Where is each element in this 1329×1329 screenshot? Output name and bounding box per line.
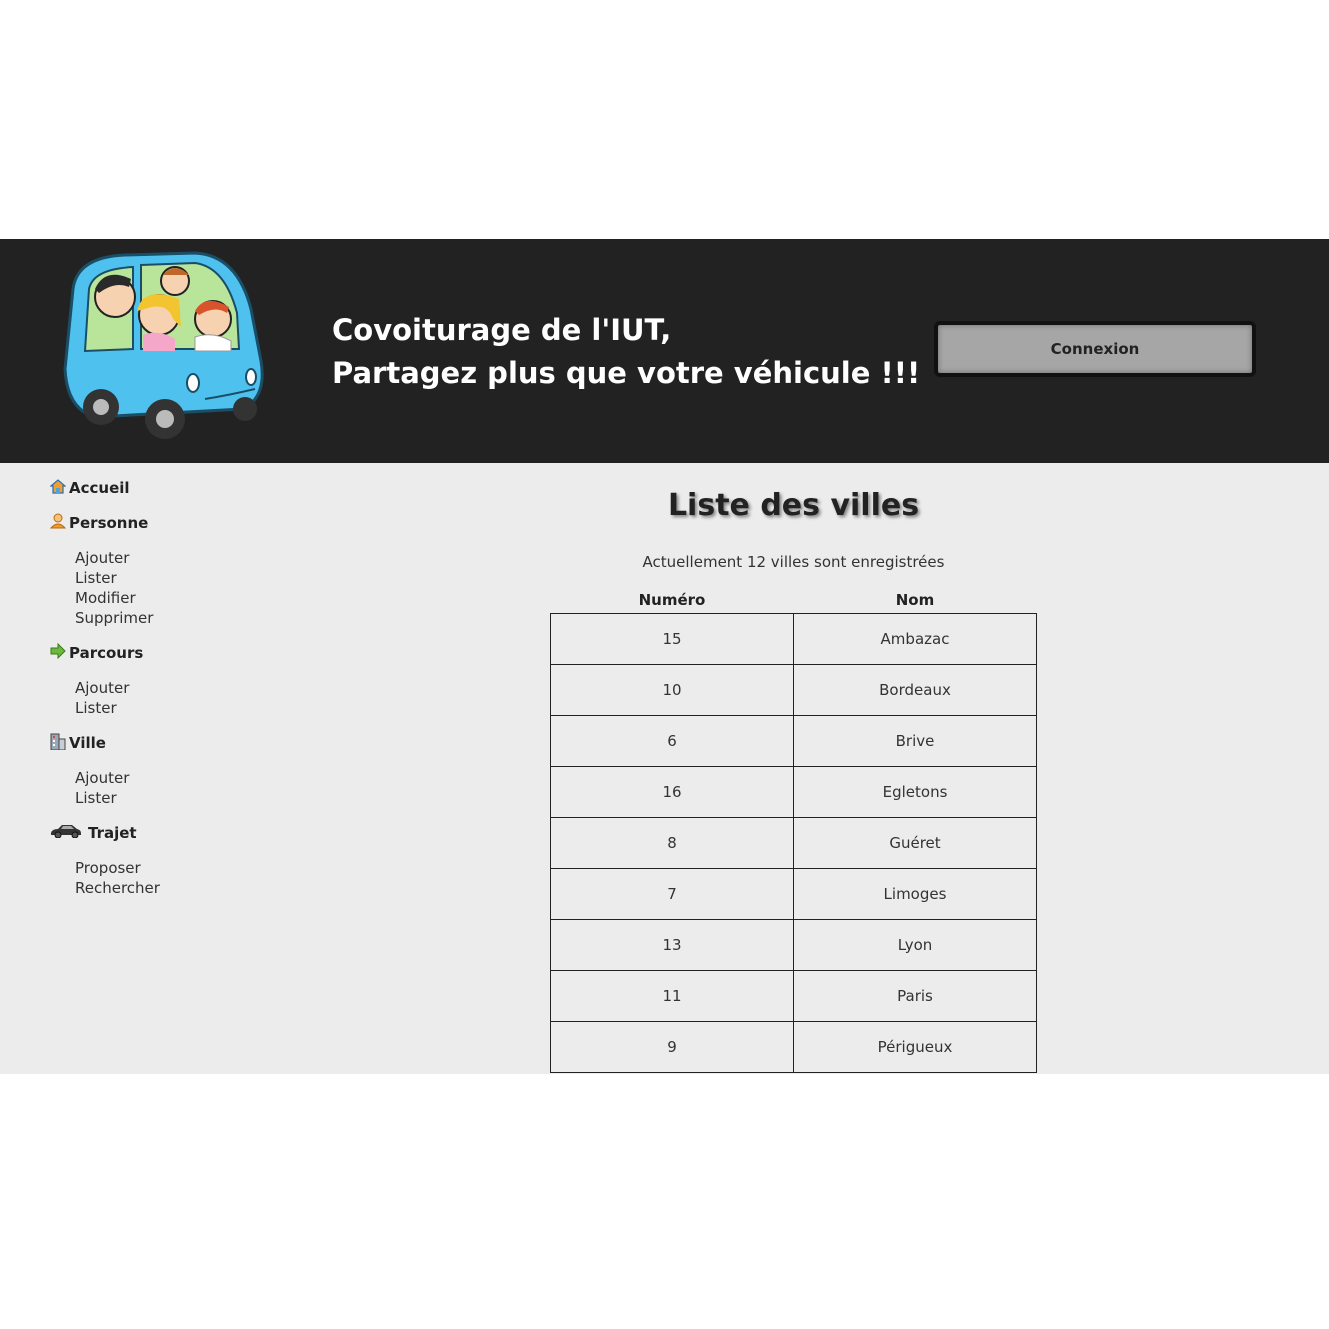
personne-supprimer-link[interactable]: Supprimer: [75, 608, 300, 628]
cities-table: Numéro Nom 15 Ambazac 10 Bordeaux 6 Brive 16 Eg…: [550, 587, 1037, 1073]
menu-trajet[interactable]: Trajet: [50, 823, 300, 843]
city-name-cell: Lyon: [793, 919, 1037, 971]
ville-ajouter-link[interactable]: Ajouter: [75, 768, 300, 788]
parcours-lister-link[interactable]: Lister: [75, 698, 300, 718]
table-row: 13 Lyon: [550, 919, 1037, 971]
menu-parcours[interactable]: Parcours: [50, 642, 300, 663]
personne-submenu: Ajouter Lister Modifier Supprimer: [50, 548, 300, 628]
table-row: 15 Ambazac: [550, 613, 1037, 665]
table-row: 8 Guéret: [550, 817, 1037, 869]
table-row: 10 Bordeaux: [550, 664, 1037, 716]
city-number-cell: 7: [550, 868, 794, 920]
menu-personne-label: Personne: [69, 514, 149, 532]
menu-ville-label: Ville: [69, 734, 106, 752]
person-icon: [49, 513, 67, 533]
city-number-cell: 6: [550, 715, 794, 767]
parcours-submenu: Ajouter Lister: [50, 678, 300, 718]
table-row: 11 Paris: [550, 970, 1037, 1022]
city-name-cell: Brive: [793, 715, 1037, 767]
slogan-line-2: Partagez plus que votre véhicule !!!: [332, 356, 921, 390]
city-number-cell: 15: [550, 613, 794, 665]
carpool-car-logo: [63, 251, 264, 439]
parcours-ajouter-link[interactable]: Ajouter: [75, 678, 300, 698]
car-icon: [50, 824, 82, 842]
city-number-cell: 16: [550, 766, 794, 818]
table-row: 9 Périgueux: [550, 1021, 1037, 1073]
header: Covoiturage de l'IUT, Partagez plus que …: [0, 239, 1329, 463]
trajet-submenu: Proposer Rechercher: [50, 858, 300, 898]
sidebar-menu: Accueil Personne Ajouter Lister Modifier…: [49, 478, 300, 898]
login-button[interactable]: Connexion: [934, 321, 1256, 377]
menu-ville[interactable]: Ville: [50, 733, 300, 753]
slogan-line-1: Covoiturage de l'IUT,: [332, 313, 672, 347]
city-name-cell: Ambazac: [793, 613, 1037, 665]
city-name-cell: Egletons: [793, 766, 1037, 818]
table-row: 16 Egletons: [550, 766, 1037, 818]
personne-modifier-link[interactable]: Modifier: [75, 588, 300, 608]
column-header-numero: Numéro: [638, 591, 706, 609]
personne-lister-link[interactable]: Lister: [75, 568, 300, 588]
page-title: Liste des villes: [667, 488, 920, 523]
menu-parcours-label: Parcours: [69, 644, 144, 662]
city-number-cell: 10: [550, 664, 794, 716]
city-name-cell: Périgueux: [793, 1021, 1037, 1073]
city-name-cell: Paris: [793, 970, 1037, 1022]
menu-trajet-label: Trajet: [88, 824, 137, 842]
city-number-cell: 13: [550, 919, 794, 971]
arrow-right-icon: [50, 642, 66, 663]
site-slogan: Covoiturage de l'IUT, Partagez plus que …: [332, 309, 920, 395]
building-icon: [50, 732, 66, 754]
city-name-cell: Bordeaux: [793, 664, 1037, 716]
menu-personne[interactable]: Personne: [49, 513, 300, 533]
home-icon: [49, 478, 67, 498]
city-count-text: Actuellement 12 villes sont enregistrées: [642, 553, 945, 571]
table-header-row: Numéro Nom: [551, 587, 1037, 614]
page: Covoiturage de l'IUT, Partagez plus que …: [0, 239, 1329, 1074]
column-header-nom: Nom: [895, 591, 935, 609]
city-name-cell: Limoges: [793, 868, 1037, 920]
city-name-cell: Guéret: [793, 817, 1037, 869]
city-number-cell: 8: [550, 817, 794, 869]
trajet-rechercher-link[interactable]: Rechercher: [75, 878, 300, 898]
trajet-proposer-link[interactable]: Proposer: [75, 858, 300, 878]
table-row: 6 Brive: [550, 715, 1037, 767]
city-number-cell: 11: [550, 970, 794, 1022]
personne-ajouter-link[interactable]: Ajouter: [75, 548, 300, 568]
ville-lister-link[interactable]: Lister: [75, 788, 300, 808]
city-number-cell: 9: [550, 1021, 794, 1073]
menu-accueil[interactable]: Accueil: [49, 478, 300, 498]
menu-accueil-label: Accueil: [69, 479, 130, 497]
table-body: 15 Ambazac 10 Bordeaux 6 Brive 16 Egletons 8 Guér…: [550, 613, 1037, 1073]
table-row: 7 Limoges: [550, 868, 1037, 920]
ville-submenu: Ajouter Lister: [50, 768, 300, 808]
